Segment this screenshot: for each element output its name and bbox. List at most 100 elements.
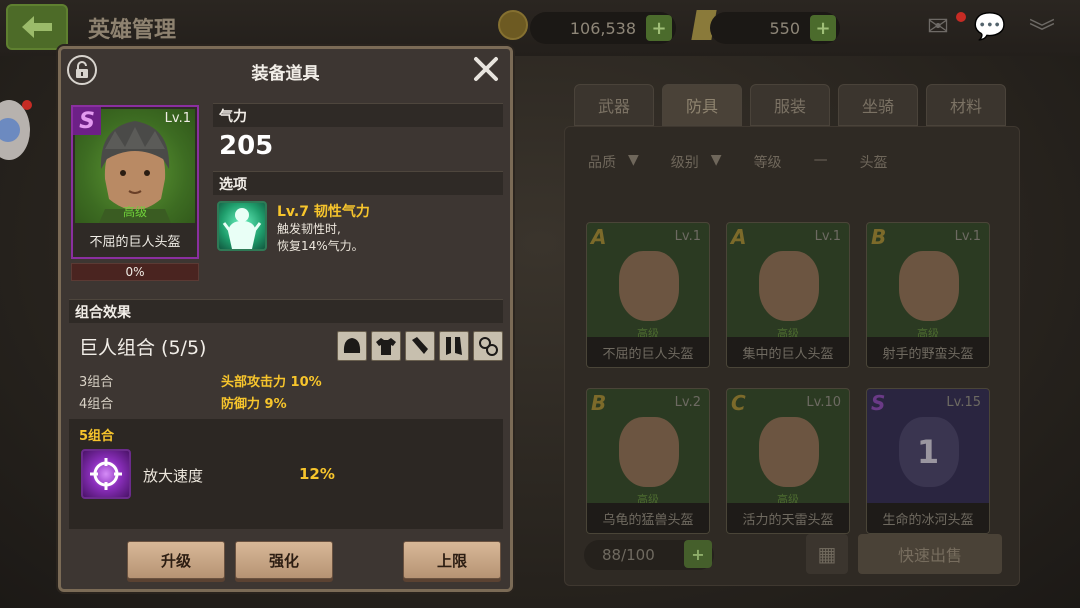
skill-option: Lv.7 韧性气力 触发韧性时, 恢复14%气力。 — [213, 195, 503, 261]
add-coins-button[interactable]: + — [646, 15, 672, 41]
filter-rank[interactable]: 等级 — [754, 152, 782, 172]
back-arrow-icon — [22, 16, 52, 38]
helmet-portrait-icon — [759, 417, 819, 487]
item-stack-count: 1 — [916, 433, 940, 471]
filter-separator: — — [813, 152, 828, 168]
add-gems-button[interactable]: + — [810, 15, 836, 41]
gloves-icon[interactable] — [405, 331, 435, 361]
mail-notification-dot — [956, 12, 966, 22]
filter-quality[interactable]: 品质 — [588, 152, 616, 172]
boots-icon[interactable] — [439, 331, 469, 361]
rank-s-badge: S — [73, 107, 101, 135]
coin-amount: 106,538 — [569, 18, 636, 38]
item-name: 乌龟的猛兽头盔 — [587, 503, 709, 533]
item-level: Lv.1 — [674, 229, 701, 244]
inventory-item-card[interactable]: B Lv.2 高级 乌龟的猛兽头盔 — [586, 388, 710, 534]
item-level: Lv.1 — [954, 229, 981, 244]
item-frame: S Lv.1 高级 不屈的巨人头盔 — [71, 105, 199, 259]
item-rank-badge: B — [591, 391, 607, 415]
item-rank-badge: C — [731, 391, 746, 415]
stat-value: 205 — [219, 131, 274, 161]
tab-material[interactable]: 材料 — [926, 84, 1006, 126]
lock-button[interactable] — [67, 55, 97, 85]
enhance-button[interactable]: 强化 — [235, 541, 333, 579]
helmet-portrait-icon — [619, 251, 679, 321]
item-name: 生命的冰河头盔 — [867, 503, 989, 533]
unlock-icon — [76, 61, 88, 78]
item-name: 集中的巨人头盔 — [727, 337, 849, 367]
inventory-item-card[interactable]: A Lv.1 高级 不屈的巨人头盔 — [586, 222, 710, 368]
inventory-item-card[interactable]: C Lv.10 高级 活力的天雷头盔 — [726, 388, 850, 534]
dropdown-arrow-icon: ▼ — [710, 152, 722, 168]
accessory-icon[interactable] — [473, 331, 503, 361]
helmet-portrait-icon — [619, 417, 679, 487]
chat-icon[interactable]: 💬 — [972, 12, 1008, 44]
expand-inventory-button[interactable]: + — [684, 540, 712, 568]
set-row-bonus: 防御力 9% — [221, 397, 287, 412]
close-icon — [474, 57, 498, 81]
set-row-label: 3组合 — [79, 375, 114, 390]
progress-label: 0% — [125, 265, 145, 279]
helmet-portrait-icon — [899, 251, 959, 321]
tab-mount[interactable]: 坐骑 — [838, 84, 918, 126]
set-piece-icons — [337, 331, 503, 361]
screen-title: 英雄管理 — [88, 18, 177, 43]
assistant-icon — [0, 118, 20, 142]
modal-title: 装备道具 — [251, 63, 320, 84]
item-level: Lv.1 — [164, 111, 191, 126]
set5-value: 12% — [299, 465, 335, 483]
coin-counter: 106,538 + — [530, 12, 676, 44]
skill-title: Lv.7 韧性气力 — [277, 204, 370, 220]
set-row: 3组合 头部攻击力 10% — [79, 371, 499, 390]
stat-section: 气力 205 选项 Lv.7 韧性气力 触发韧性时, 恢复14%气力。 — [213, 103, 503, 261]
helmet-portrait-icon — [759, 251, 819, 321]
item-rank-badge: B — [871, 225, 887, 249]
collapse-menu-icon[interactable]: ︾ — [1024, 12, 1060, 48]
set-effect-header: 组合效果 — [69, 299, 503, 323]
set-row-bonus: 头部攻击力 10% — [221, 375, 322, 390]
mail-icon[interactable]: ✉ — [920, 12, 956, 44]
back-button[interactable] — [6, 4, 68, 50]
equip-item-modal: 装备道具 S Lv.1 高级 不屈的巨人头盔 0% 气力 205 选项 Lv.7… — [58, 46, 513, 592]
grid-view-button[interactable]: ▦ — [806, 534, 848, 574]
tab-clothing[interactable]: 服装 — [750, 84, 830, 126]
skill-desc-line1: 触发韧性时, — [277, 222, 341, 236]
assistant-notification-dot — [22, 100, 32, 110]
item-level: Lv.1 — [814, 229, 841, 244]
set5-label: 5组合 — [79, 429, 115, 444]
toughness-skill-icon — [217, 201, 267, 251]
inventory-item-card[interactable]: S Lv.15 1 生命的冰河头盔 — [866, 388, 990, 534]
armor-shirt-icon[interactable] — [371, 331, 401, 361]
filter-slot[interactable]: 头盔 — [860, 152, 888, 172]
quick-sell-button[interactable]: 快速出售 — [858, 534, 1002, 574]
set5-name: 放大速度 — [143, 467, 204, 485]
helmet-icon[interactable] — [337, 331, 367, 361]
skill-desc-line2: 恢复14%气力。 — [277, 239, 364, 253]
set5-effect: 5组合 放大速度 12% — [69, 419, 503, 529]
category-tabs: 武器 防具 服装 坐骑 材料 — [574, 84, 1006, 126]
item-level: Lv.15 — [946, 395, 981, 410]
tab-weapon[interactable]: 武器 — [574, 84, 654, 126]
item-level: Lv.10 — [806, 395, 841, 410]
stat-label: 气力 — [213, 103, 503, 127]
inventory-item-card[interactable]: A Lv.1 高级 集中的巨人头盔 — [726, 222, 850, 368]
inventory-item-card[interactable]: B Lv.1 高级 射手的野蛮头盔 — [866, 222, 990, 368]
item-rank-badge: A — [731, 225, 747, 249]
item-progress-bar: 0% — [71, 263, 199, 281]
coin-icon — [498, 10, 528, 40]
filter-level[interactable]: 级别 — [671, 152, 699, 172]
gem-counter: 550 + — [710, 12, 840, 44]
option-label: 选项 — [213, 171, 503, 195]
dropdown-arrow-icon: ▼ — [628, 152, 639, 168]
tab-armor[interactable]: 防具 — [662, 84, 742, 126]
item-rank-badge: A — [591, 225, 607, 249]
filter-bar: 品质 ▼ 级别 ▼ 等级 — 头盔 — [588, 152, 888, 172]
upgrade-button[interactable]: 升级 — [127, 541, 225, 579]
item-name: 不屈的巨人头盔 — [89, 234, 181, 250]
set-title: 巨人组合 (5/5) — [79, 337, 207, 359]
limit-button[interactable]: 上限 — [403, 541, 501, 579]
close-button[interactable] — [470, 53, 502, 85]
item-name: 活力的天雷头盔 — [727, 503, 849, 533]
item-grade: 高级 — [122, 205, 147, 219]
item-name: 射手的野蛮头盔 — [867, 337, 989, 367]
